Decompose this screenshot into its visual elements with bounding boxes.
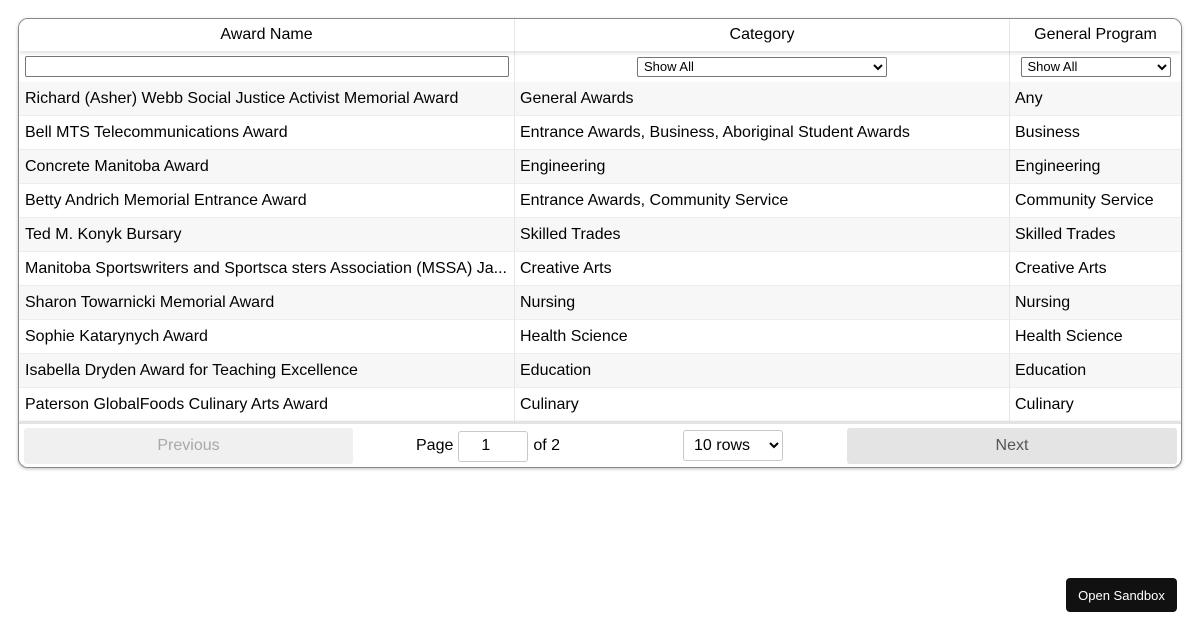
table-cell: Paterson GlobalFoods Culinary Arts Award [19,388,515,421]
previous-button[interactable]: Previous [24,428,353,464]
cell-text: Any [1015,89,1043,107]
pagination-bar: Previous Page of 2 10 rows Next [19,422,1181,467]
cell-text: Paterson GlobalFoods Culinary Arts Award [25,395,328,413]
table-cell: Entrance Awards, Community Service [515,184,1010,217]
table-row: Betty Andrich Memorial Entrance Award Ent… [19,184,1181,218]
table-cell: Community Service [1010,184,1181,217]
table-row: Richard (Asher) Webb Social Justice Acti… [19,82,1181,116]
cell-text: Skilled Trades [1015,225,1116,243]
cell-text: Community Service [1015,191,1154,209]
table-cell: Health Science [515,320,1010,353]
table-row: Ted M. Konyk Bursary Skilled Trades Skille… [19,218,1181,252]
award-name-filter-input[interactable] [25,56,509,77]
table-row: Bell MTS Telecommunications Award Entranc… [19,116,1181,150]
table-row: Sharon Towarnicki Memorial Award Nursing N… [19,286,1181,320]
cell-text: Nursing [520,293,576,311]
table-cell: Engineering [1010,150,1181,183]
cell-text: Culinary [520,395,579,413]
cell-text: Creative Arts [520,259,612,277]
table-cell: Concrete Manitoba Award [19,150,515,183]
column-header-category[interactable]: Category [515,19,1010,51]
table-cell: Skilled Trades [1010,218,1181,251]
column-header-label: Award Name [220,26,313,43]
open-sandbox-button[interactable]: Open Sandbox [1066,578,1177,612]
table-header: Award Name Category General Program [19,19,1181,51]
cell-text: Concrete Manitoba Award [25,157,209,175]
cell-text: Sharon Towarnicki Memorial Award [25,293,275,311]
rows-per-page-select[interactable]: 10 rows [683,430,783,461]
cell-text: Engineering [1015,157,1101,175]
cell-text: Education [520,361,592,379]
table-cell: General Awards [515,82,1010,115]
table-cell: Education [1010,354,1181,387]
table-cell: Nursing [515,286,1010,319]
table-cell: Sophie Katarynych Award [19,320,515,353]
table-row: Isabella Dryden Award for Teaching Excel… [19,354,1181,388]
awards-table: Award Name Category General Program Show… [18,18,1182,468]
program-filter-select[interactable]: Show All [1020,56,1171,77]
table-cell: Education [515,354,1010,387]
cell-text: Manitoba Sportswriters and Sportsca ster… [25,259,507,277]
cell-text: Nursing [1015,293,1071,311]
cell-text: Isabella Dryden Award for Teaching Excel… [25,361,358,379]
table-cell: Creative Arts [515,252,1010,285]
table-cell: Bell MTS Telecommunications Award [19,116,515,149]
page-info: Page of 2 [416,430,560,462]
table-cell: Creative Arts [1010,252,1181,285]
table-cell: Ted M. Konyk Bursary [19,218,515,251]
cell-text: Richard (Asher) Webb Social Justice Acti… [25,89,459,107]
category-filter-cell: Show All [515,51,1010,82]
cell-text: Bell MTS Telecommunications Award [25,123,288,141]
award-name-filter-cell [19,51,515,82]
table-cell: Nursing [1010,286,1181,319]
filter-row: Show All Show All [19,51,1181,83]
page-label: Page [416,437,454,454]
table-cell: Culinary [515,388,1010,421]
cell-text: Engineering [520,157,606,175]
page-total-label: of 2 [533,437,561,454]
cell-text: Sophie Katarynych Award [25,327,208,345]
table-row: Concrete Manitoba Award Engineering Engine… [19,150,1181,184]
table-cell: Entrance Awards, Business, Aboriginal St… [515,116,1010,149]
cell-text: Ted M. Konyk Bursary [25,225,182,243]
table-row: Manitoba Sportswriters and Sportsca ster… [19,252,1181,286]
table-cell: Any [1010,82,1181,115]
cell-text: Creative Arts [1015,259,1107,277]
table-cell: Engineering [515,150,1010,183]
page-number-input[interactable] [458,430,529,462]
column-header-general-program[interactable]: General Program [1010,19,1181,51]
table-cell: Sharon Towarnicki Memorial Award [19,286,515,319]
cell-text: Education [1015,361,1087,379]
table-cell: Business [1010,116,1181,149]
table-cell: Richard (Asher) Webb Social Justice Acti… [19,82,515,115]
cell-text: Entrance Awards, Community Service [520,191,789,209]
column-header-label: Category [729,26,795,43]
table-cell: Betty Andrich Memorial Entrance Award [19,184,515,217]
column-header-label: General Program [1034,26,1157,43]
cell-text: Business [1015,123,1080,141]
cell-text: Culinary [1015,395,1074,413]
column-header-award-name[interactable]: Award Name [19,19,515,51]
cell-text: Entrance Awards, Business, Aboriginal St… [520,123,910,141]
category-filter-select[interactable]: Show All [637,56,887,77]
cell-text: Betty Andrich Memorial Entrance Award [25,191,307,209]
next-button[interactable]: Next [847,428,1177,464]
table-row: Paterson GlobalFoods Culinary Arts Award… [19,388,1181,422]
cell-text: General Awards [520,89,634,107]
cell-text: Health Science [520,327,628,345]
table-cell: Isabella Dryden Award for Teaching Excel… [19,354,515,387]
cell-text: Health Science [1015,327,1123,345]
table-cell: Skilled Trades [515,218,1010,251]
table-cell: Manitoba Sportswriters and Sportsca ster… [19,252,515,285]
table-cell: Health Science [1010,320,1181,353]
table-row: Sophie Katarynych Award Health Science Hea… [19,320,1181,354]
program-filter-cell: Show All [1010,51,1181,82]
cell-text: Skilled Trades [520,225,621,243]
table-cell: Culinary [1010,388,1181,421]
